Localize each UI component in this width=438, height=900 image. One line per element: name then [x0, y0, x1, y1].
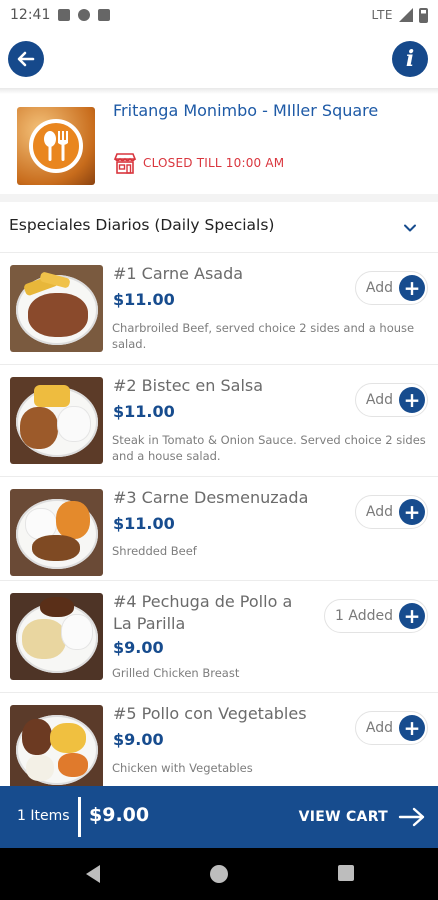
app-header: i: [0, 30, 438, 88]
item-price: $9.00: [113, 638, 164, 657]
item-price: $11.00: [113, 514, 175, 533]
signal-icon: [399, 8, 413, 22]
category-header[interactable]: Especiales Diarios (Daily Specials): [0, 202, 438, 252]
plus-icon: +: [399, 499, 425, 525]
plus-icon: +: [399, 715, 425, 741]
add-button[interactable]: Add +: [354, 495, 428, 529]
closed-status-text: CLOSED TILL 10:00 AM: [143, 156, 285, 170]
battery-icon: [419, 7, 428, 23]
add-button[interactable]: Add +: [354, 711, 428, 745]
arrow-right-icon: [398, 807, 425, 827]
section-separator: [0, 194, 438, 202]
restaurant-name: Fritanga Monimbo - MIller Square: [113, 101, 379, 120]
restaurant-logo: [17, 107, 95, 185]
back-button[interactable]: [8, 41, 44, 77]
info-button[interactable]: i: [392, 41, 428, 77]
plus-icon: +: [399, 275, 425, 301]
system-nav-bar: [0, 848, 438, 900]
nav-recents-icon[interactable]: [338, 865, 354, 881]
item-description: Charbroiled Beef, served choice 2 sides …: [112, 321, 415, 351]
add-button[interactable]: Add +: [354, 383, 428, 417]
view-cart-button[interactable]: VIEW CART: [299, 798, 426, 836]
network-type: LTE: [371, 8, 393, 22]
status-time: 12:41: [10, 7, 51, 23]
add-button-label: 1 Added: [335, 608, 393, 624]
nav-back-icon[interactable]: [86, 865, 100, 883]
cart-item-count: 1 Items: [17, 808, 70, 824]
add-button[interactable]: Add +: [354, 271, 428, 305]
arrow-left-icon: [17, 51, 35, 67]
store-closed-icon: [113, 153, 137, 174]
item-description: Steak in Tomato & Onion Sauce. Served ch…: [112, 433, 426, 463]
add-button[interactable]: 1 Added +: [324, 599, 428, 633]
cart-divider: [78, 797, 81, 837]
sd-card-icon: [98, 9, 111, 21]
restaurant-card: Fritanga Monimbo - MIller Square CLOSED …: [0, 94, 438, 194]
add-button-label: Add: [365, 392, 393, 408]
item-description: Shredded Beef: [112, 544, 197, 558]
cart-total: $9.00: [89, 804, 150, 826]
info-icon: i: [405, 46, 415, 72]
utensils-icon: [44, 131, 68, 161]
item-name: #5 Pollo con Vegetables: [113, 704, 307, 723]
category-title: Especiales Diarios (Daily Specials): [9, 216, 275, 234]
notification-icon: [78, 9, 91, 21]
menu-item[interactable]: #1 Carne Asada $11.00 Charbroiled Beef, …: [0, 252, 438, 364]
item-photo: [10, 705, 103, 786]
item-price: $11.00: [113, 290, 175, 309]
item-name: #3 Carne Desmenuzada: [113, 488, 309, 507]
menu-item[interactable]: #2 Bistec en Salsa $11.00 Steak in Tomat…: [0, 364, 438, 476]
plus-icon: +: [399, 603, 425, 629]
item-photo: [10, 377, 103, 464]
item-price: $9.00: [113, 730, 164, 749]
nav-home-icon[interactable]: [210, 865, 228, 883]
item-description: Chicken with Vegetables: [112, 761, 253, 775]
item-name: #1 Carne Asada: [113, 264, 244, 283]
item-photo: [10, 593, 103, 680]
menu-item[interactable]: #4 Pechuga de Pollo a La Parilla $9.00 G…: [0, 580, 438, 692]
notification-icon: [58, 9, 71, 21]
item-description: Grilled Chicken Breast: [112, 666, 240, 680]
cart-bar[interactable]: 1 Items $9.00 VIEW CART: [0, 786, 438, 848]
add-button-label: Add: [365, 280, 393, 296]
menu-item[interactable]: #3 Carne Desmenuzada $11.00 Shredded Bee…: [0, 476, 438, 580]
chevron-down-icon[interactable]: [402, 220, 418, 236]
plus-icon: +: [399, 387, 425, 413]
restaurant-status: CLOSED TILL 10:00 AM: [113, 152, 284, 174]
item-price: $11.00: [113, 402, 175, 421]
item-name: #2 Bistec en Salsa: [113, 376, 264, 395]
menu-item[interactable]: #5 Pollo con Vegetables $9.00 Chicken wi…: [0, 692, 438, 786]
item-photo: [10, 489, 103, 576]
view-cart-label: VIEW CART: [298, 809, 388, 825]
item-name: #4 Pechuga de Pollo a La Parilla: [113, 592, 293, 633]
add-button-label: Add: [365, 720, 393, 736]
item-photo: [10, 265, 103, 352]
add-button-label: Add: [365, 504, 393, 520]
status-bar: 12:41 LTE: [0, 0, 438, 30]
